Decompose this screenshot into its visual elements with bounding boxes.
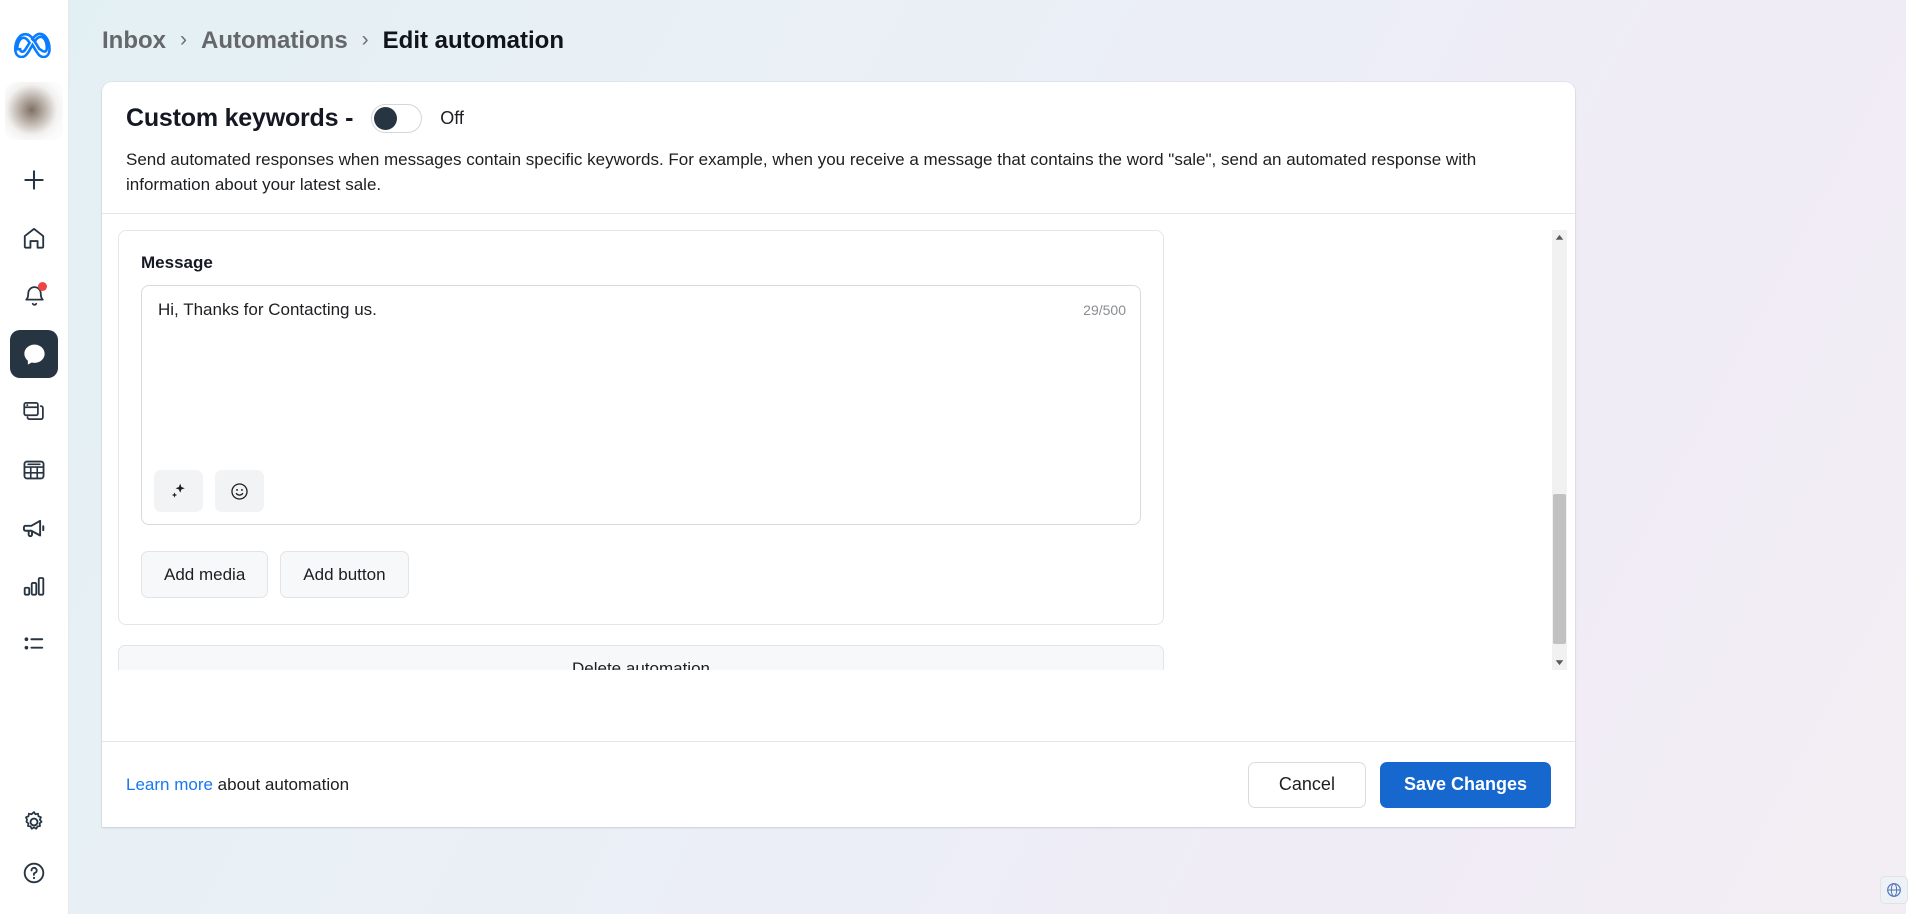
character-counter: 29/500 <box>1083 302 1126 318</box>
home-icon <box>23 227 45 249</box>
breadcrumb: Inbox › Automations › Edit automation <box>69 0 1920 82</box>
avatar[interactable] <box>5 82 63 140</box>
sidebar-item-all-tools[interactable] <box>10 620 58 668</box>
sidebar-item-home[interactable] <box>10 214 58 262</box>
message-label: Message <box>141 253 213 272</box>
sparkle-icon <box>171 483 185 498</box>
page-title: Custom keywords - <box>126 104 354 132</box>
scrollbar-down-arrow[interactable] <box>1552 655 1567 670</box>
learn-more-link[interactable]: Learn more <box>126 775 213 794</box>
scrollbar-thumb[interactable] <box>1553 494 1566 644</box>
sidebar-item-planner[interactable] <box>10 446 58 494</box>
add-button-button[interactable]: Add button <box>280 551 409 598</box>
learn-more-text: Learn more about automation <box>126 775 349 795</box>
breadcrumb-current: Edit automation <box>382 27 564 54</box>
chevron-right-icon: › <box>361 28 369 51</box>
sidebar-item-create[interactable] <box>10 156 58 204</box>
cancel-button[interactable]: Cancel <box>1247 761 1366 808</box>
notification-badge <box>38 282 47 291</box>
breadcrumb-automations[interactable]: Automations <box>201 27 348 55</box>
footer-bar: Learn more about automation Cancel Save … <box>102 741 1575 827</box>
sidebar-item-ads[interactable] <box>10 504 58 552</box>
card-body-scroll: Message Hi, Thanks for Contacting us. 29… <box>102 214 1575 670</box>
footer-actions: Cancel Save Changes <box>1247 761 1551 808</box>
delete-row: Delete automation <box>118 645 1164 670</box>
message-input[interactable]: Hi, Thanks for Contacting us. 29/500 <box>141 285 1141 525</box>
bar-chart-icon <box>23 577 45 596</box>
chevron-right-icon: › <box>180 28 187 51</box>
chat-bubble-icon <box>23 344 45 365</box>
keywords-description: Send automated responses when messages c… <box>126 150 1477 194</box>
toggle-state-label: Off <box>440 108 464 128</box>
gear-icon <box>25 811 43 830</box>
breadcrumb-inbox[interactable]: Inbox <box>102 27 166 55</box>
sidebar-item-help[interactable] <box>10 856 58 904</box>
ai-generate-button[interactable] <box>154 470 203 512</box>
caret-up-icon <box>1555 234 1564 240</box>
megaphone-icon <box>22 519 44 537</box>
keywords-title-row: Custom keywords - Off <box>126 104 1551 133</box>
message-panel-inner: Message Hi, Thanks for Contacting us. 29… <box>119 231 1163 525</box>
caret-down-icon <box>1555 660 1564 666</box>
posts-icon <box>23 402 44 421</box>
save-changes-button[interactable]: Save Changes <box>1379 761 1551 808</box>
message-text-value: Hi, Thanks for Contacting us. <box>158 300 377 319</box>
right-edge-strip <box>1906 0 1920 914</box>
sidebar-item-settings[interactable] <box>10 798 58 846</box>
card-scrollbar[interactable] <box>1552 230 1567 670</box>
scrollbar-up-arrow[interactable] <box>1552 230 1567 245</box>
learn-more-suffix: about automation <box>212 774 350 794</box>
list-icon <box>24 637 44 650</box>
sidebar-item-insights[interactable] <box>10 562 58 610</box>
card-header: Custom keywords - Off Send automated res… <box>102 82 1575 213</box>
automation-card: Custom keywords - Off Send automated res… <box>102 82 1575 827</box>
left-nav-rail <box>0 0 69 914</box>
custom-keywords-toggle[interactable] <box>371 104 423 133</box>
emoji-picker-button[interactable] <box>215 470 264 512</box>
main-area: Inbox › Automations › Edit automation Cu… <box>69 0 1920 914</box>
composer-toolbar <box>154 470 264 512</box>
help-icon <box>23 862 45 884</box>
sidebar-item-posts[interactable] <box>10 388 58 436</box>
language-globe-icon[interactable] <box>1880 876 1908 904</box>
toggle-knob <box>373 106 397 130</box>
sidebar-item-notifications[interactable] <box>10 272 58 320</box>
grid-icon <box>23 460 45 480</box>
message-panel: Message Hi, Thanks for Contacting us. 29… <box>118 230 1164 625</box>
delete-automation-button[interactable]: Delete automation <box>118 645 1164 670</box>
message-actions: Add media Add button <box>119 525 1163 598</box>
plus-icon <box>24 170 44 190</box>
emoji-icon <box>231 482 248 500</box>
add-media-button[interactable]: Add media <box>141 551 269 598</box>
meta-logo[interactable] <box>12 22 56 66</box>
sidebar-item-inbox[interactable] <box>10 330 58 378</box>
